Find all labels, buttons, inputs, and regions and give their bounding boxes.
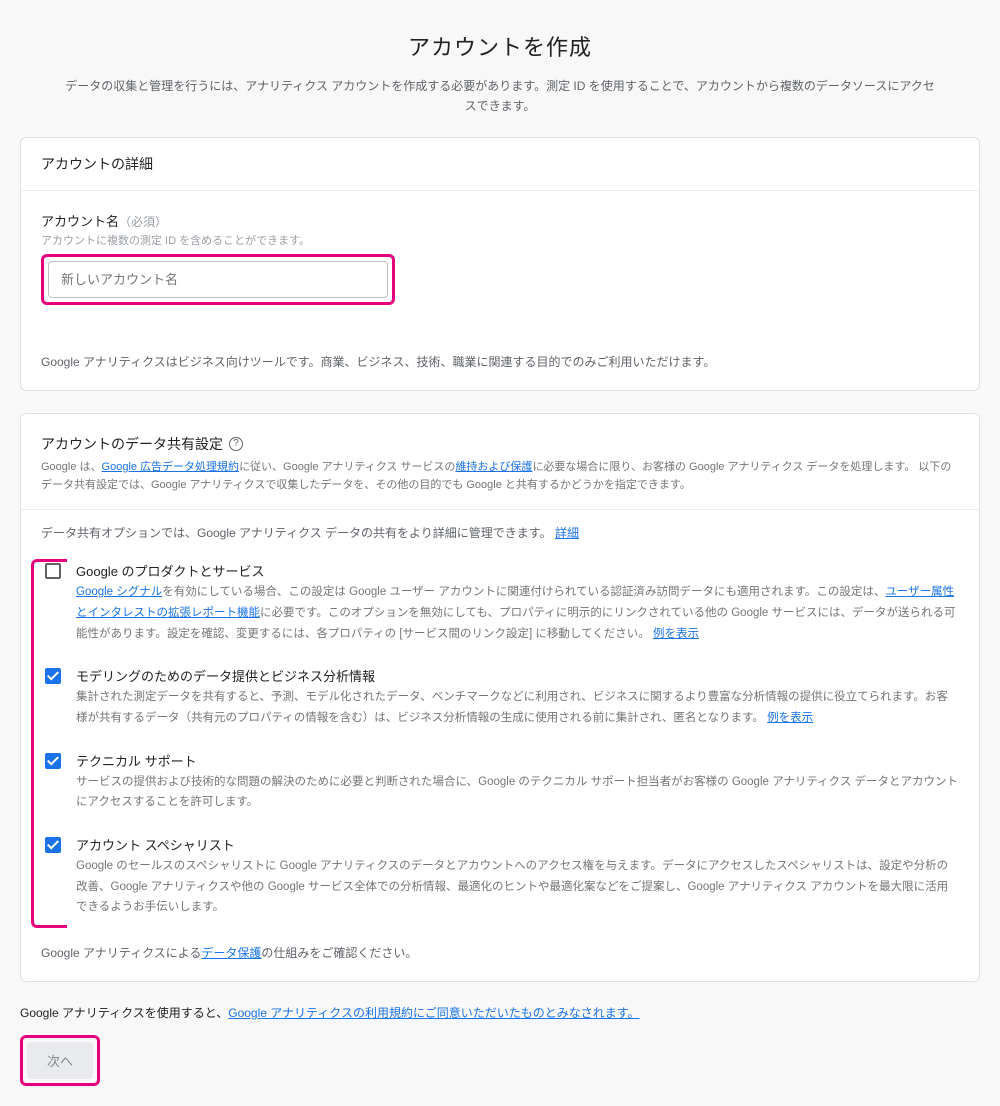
share-option-modeling-title: モデリングのためのデータ提供とビジネス分析情報 (76, 666, 959, 685)
data-protection-note: Google アナリティクスによるデータ保護の仕組みをご確認ください。 (41, 944, 959, 961)
terms-line: Google アナリティクスを使用すると、Google アナリティクスの利用規約… (20, 1004, 980, 1021)
sharing-options-note: データ共有オプションでは、Google アナリティクス データの共有をより詳細に… (41, 524, 959, 541)
example-link-2[interactable]: 例を表示 (767, 712, 813, 724)
business-use-note: Google アナリティクスはビジネス向けツールです。商業、ビジネス、技術、職業… (21, 353, 979, 390)
share-option-modeling-checkbox[interactable] (45, 668, 61, 684)
account-name-input[interactable] (48, 261, 388, 298)
terms-link[interactable]: Google アナリティクスの利用規約にご同意いただいたものとみなされます。 (228, 1006, 639, 1020)
help-icon[interactable]: ? (229, 437, 243, 451)
share-option-tech-support-checkbox[interactable] (45, 753, 61, 769)
next-button-highlight: 次へ (20, 1035, 100, 1086)
share-option-google-products-title: Google のプロダクトとサービス (76, 561, 959, 580)
next-button[interactable]: 次へ (27, 1042, 93, 1079)
page-title: アカウントを作成 (60, 30, 940, 62)
maintain-protect-link[interactable]: 維持および保護 (455, 461, 532, 473)
data-sharing-card: アカウントのデータ共有設定 ? Google は、Google 広告データ処理規… (20, 413, 980, 982)
ads-data-terms-link[interactable]: Google 広告データ処理規約 (102, 461, 240, 473)
data-sharing-title: アカウントのデータ共有設定 (41, 434, 223, 454)
share-option-account-specialist: アカウント スペシャリスト Google のセールスのスペシャリストに Goog… (41, 835, 959, 918)
example-link-1[interactable]: 例を表示 (653, 628, 699, 640)
data-protection-link[interactable]: データ保護 (201, 946, 261, 960)
account-name-highlight (41, 254, 395, 305)
account-details-header: アカウントの詳細 (21, 138, 979, 191)
share-option-google-products-checkbox[interactable] (45, 563, 61, 579)
share-option-modeling: モデリングのためのデータ提供とビジネス分析情報 集計された測定データを共有すると… (41, 666, 959, 728)
account-name-label: アカウント名（必須） (41, 211, 959, 230)
sharing-details-link[interactable]: 詳細 (555, 526, 579, 540)
share-option-tech-support: テクニカル サポート サービスの提供および技術的な問題の解決のために必要と判断さ… (41, 751, 959, 813)
page-subtitle: データの収集と管理を行うには、アナリティクス アカウントを作成する必要があります… (60, 76, 940, 117)
share-option-tech-support-title: テクニカル サポート (76, 751, 959, 770)
share-option-google-products: Google のプロダクトとサービス Google シグナルを有効にしている場合… (41, 561, 959, 644)
share-option-account-specialist-checkbox[interactable] (45, 837, 61, 853)
google-signals-link[interactable]: Google シグナル (76, 586, 162, 598)
account-details-card: アカウントの詳細 アカウント名（必須） アカウントに複数の測定 ID を含めるこ… (20, 137, 980, 391)
account-name-help: アカウントに複数の測定 ID を含めることができます。 (41, 232, 959, 248)
share-option-account-specialist-title: アカウント スペシャリスト (76, 835, 959, 854)
data-sharing-intro: Google は、Google 広告データ処理規約に従い、Google アナリテ… (41, 458, 959, 495)
